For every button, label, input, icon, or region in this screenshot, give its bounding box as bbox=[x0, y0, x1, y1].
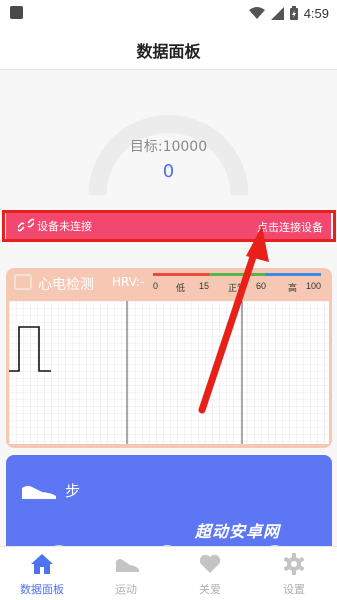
nav-tab-dashboard[interactable]: 数据面板 bbox=[0, 547, 84, 600]
nav-label: 设置 bbox=[283, 583, 305, 596]
gear-icon bbox=[283, 553, 305, 575]
scale-label: 0 bbox=[153, 281, 159, 291]
watermark-text: 超动安卓网 bbox=[195, 522, 281, 541]
goal-gauge: 目标:10000 0 bbox=[0, 70, 337, 210]
ecg-monitor-icon bbox=[14, 274, 32, 290]
battery-icon bbox=[289, 6, 298, 20]
nav-tab-care[interactable]: 关爱 bbox=[168, 547, 252, 600]
home-icon bbox=[31, 554, 53, 574]
steps-label: 步 bbox=[65, 482, 81, 500]
bottom-nav: 数据面板 运动 关爱 设置 bbox=[0, 546, 337, 600]
shoe-icon bbox=[22, 486, 56, 499]
scale-label: 100 bbox=[306, 281, 322, 291]
wifi-icon bbox=[248, 7, 265, 19]
scale-label: 正常 bbox=[228, 283, 247, 293]
scale-high-segment bbox=[265, 273, 321, 276]
ecg-title: 心电检测 bbox=[38, 277, 94, 293]
heart-icon bbox=[199, 554, 221, 573]
scale-normal-segment bbox=[209, 273, 265, 276]
scale-label: 低 bbox=[176, 283, 186, 293]
scale-label: 60 bbox=[256, 281, 267, 291]
goal-value: 0 bbox=[162, 161, 175, 182]
signal-icon bbox=[270, 6, 284, 20]
nav-label: 运动 bbox=[115, 583, 137, 596]
nav-tab-settings[interactable]: 设置 bbox=[252, 547, 336, 600]
ecg-grid bbox=[9, 301, 329, 444]
scale-label: 15 bbox=[199, 281, 210, 291]
app-header: 数据面板 bbox=[0, 26, 337, 70]
hrv-scale-bar bbox=[153, 273, 321, 276]
annotation-highlight-box bbox=[2, 210, 336, 242]
nav-label: 数据面板 bbox=[20, 583, 64, 596]
hrv-label: HRV:- bbox=[112, 275, 145, 289]
status-bar: 4:59 bbox=[0, 0, 337, 26]
page-title: 数据面板 bbox=[136, 42, 201, 61]
scale-low-segment bbox=[153, 273, 209, 276]
goal-label: 目标:10000 bbox=[129, 139, 208, 155]
shoe-icon bbox=[116, 559, 139, 572]
ecg-header: 心电检测 HRV:- 0 低 15 正常 60 高 100 bbox=[6, 268, 332, 298]
nav-label: 关爱 bbox=[199, 583, 221, 596]
status-time: 4:59 bbox=[303, 5, 329, 21]
nav-tab-exercise[interactable]: 运动 bbox=[84, 547, 168, 600]
scale-label: 高 bbox=[288, 283, 298, 293]
notification-icon bbox=[10, 6, 23, 19]
status-indicators: 4:59 bbox=[248, 4, 329, 22]
ecg-card[interactable]: 心电检测 HRV:- 0 低 15 正常 60 高 100 bbox=[6, 268, 332, 448]
